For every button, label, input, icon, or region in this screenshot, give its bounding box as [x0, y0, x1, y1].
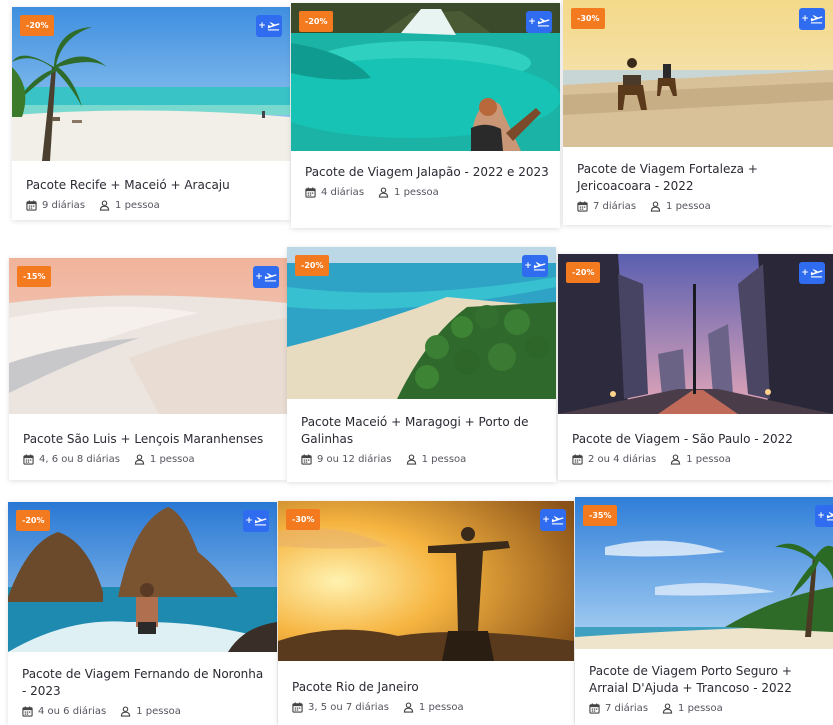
calendar-icon [305, 187, 316, 198]
package-image-horses-beach[interactable]: -30% + [563, 0, 833, 147]
package-image-tropical-beach[interactable]: -35% + [575, 497, 833, 649]
nights-text: 3, 5 ou 7 diárias [308, 702, 389, 713]
add-flight-button[interactable]: + [253, 266, 279, 288]
calendar-icon [301, 454, 312, 465]
people-text: 1 pessoa [686, 454, 731, 465]
calendar-icon [292, 702, 303, 713]
package-image-city-avenue[interactable]: -20% + [558, 254, 833, 414]
plus-icon: + [255, 272, 263, 282]
plus-icon: + [542, 515, 550, 525]
plus-icon: + [801, 14, 809, 24]
people-text: 1 pessoa [678, 703, 723, 714]
person-icon [670, 454, 681, 465]
add-flight-button[interactable]: + [256, 15, 282, 37]
plus-icon: + [258, 21, 266, 31]
package-title[interactable]: Pacote de Viagem Fortaleza + Jericoacoar… [577, 161, 823, 195]
discount-badge: -30% [286, 509, 321, 530]
calendar-icon [26, 200, 37, 211]
airplane-icon [533, 261, 546, 271]
airplane-icon [810, 14, 823, 24]
person-icon [650, 201, 661, 212]
discount-badge: -15% [17, 266, 52, 287]
plus-icon: + [801, 268, 809, 278]
people-text: 1 pessoa [666, 201, 711, 212]
airplane-icon [267, 21, 280, 31]
nights-text: 4 diárias [321, 187, 365, 198]
plus-icon: + [817, 511, 825, 521]
add-flight-button[interactable]: + [815, 505, 833, 527]
package-card-fortaleza[interactable]: -30% + Pacote de Viagem Fortaleza + Jeri… [563, 0, 833, 225]
package-card-fernando-de-noronha[interactable]: -20% + Pacote de Viagem Fernando de Noro… [8, 502, 277, 725]
package-title[interactable]: Pacote Maceió + Maragogi + Porto de Gali… [301, 414, 546, 448]
discount-badge: -20% [16, 510, 51, 531]
calendar-icon [577, 201, 588, 212]
package-title[interactable]: Pacote de Viagem Jalapão - 2022 e 2023 [305, 164, 550, 181]
airplane-icon [264, 272, 277, 282]
calendar-icon [22, 706, 33, 717]
package-image-christ-redeemer[interactable]: -30% + [278, 501, 574, 661]
package-image-waterfall[interactable]: -20% + [291, 3, 560, 151]
people-text: 1 pessoa [149, 454, 195, 465]
airplane-icon [810, 268, 823, 278]
nights-text: 7 diárias [593, 201, 637, 212]
nights-text: 4 ou 6 diárias [38, 706, 107, 717]
discount-badge: -30% [571, 8, 606, 29]
person-icon [99, 200, 110, 211]
discount-badge: -20% [295, 255, 330, 276]
people-text: 1 pessoa [418, 702, 464, 713]
package-card-porto-seguro[interactable]: -35% + Pacote de Viagem Porto Seguro + A… [575, 497, 833, 725]
add-flight-button[interactable]: + [522, 255, 548, 277]
plus-icon: + [245, 516, 253, 526]
calendar-icon [589, 703, 600, 714]
package-card-rio-de-janeiro[interactable]: -30% + Pacote Rio de Janeiro 3, 5 ou 7 d… [278, 501, 574, 725]
airplane-icon [537, 17, 550, 27]
add-flight-button[interactable]: + [799, 8, 825, 30]
package-card-maceio[interactable]: -20% + Pacote Maceió + Maragogi + Porto … [287, 247, 556, 482]
person-icon [662, 703, 673, 714]
people-text: 1 pessoa [136, 706, 181, 717]
discount-badge: -35% [583, 505, 618, 526]
package-title[interactable]: Pacote Rio de Janeiro [292, 679, 564, 696]
person-icon [406, 454, 417, 465]
person-icon [134, 454, 145, 465]
people-text: 1 pessoa [394, 187, 439, 198]
nights-text: 7 diárias [605, 703, 649, 714]
airplane-icon [826, 511, 833, 521]
package-title[interactable]: Pacote de Viagem Fernando de Noronha - 2… [22, 666, 267, 700]
people-text: 1 pessoa [421, 454, 467, 465]
airplane-icon [551, 515, 564, 525]
package-image-dunes[interactable]: -15% + [9, 258, 287, 414]
discount-badge: -20% [566, 262, 601, 283]
airplane-icon [254, 516, 267, 526]
package-title[interactable]: Pacote Recife + Maceió + Aracaju [26, 177, 280, 194]
package-card-recife[interactable]: -20% + Pacote Recife + Maceió + Aracaju … [12, 7, 290, 220]
add-flight-button[interactable]: + [243, 510, 269, 532]
package-image-island-rocks[interactable]: -20% + [8, 502, 277, 652]
add-flight-button[interactable]: + [526, 11, 552, 33]
discount-badge: -20% [299, 11, 334, 32]
package-card-jalapao[interactable]: -20% + Pacote de Viagem Jalapão - 2022 e… [291, 3, 560, 228]
plus-icon: + [528, 17, 536, 27]
nights-text: 9 diárias [42, 200, 86, 211]
plus-icon: + [524, 261, 532, 271]
calendar-icon [23, 454, 34, 465]
people-text: 1 pessoa [115, 200, 160, 211]
package-title[interactable]: Pacote de Viagem Porto Seguro + Arraial … [589, 663, 823, 697]
package-image-palm-coast[interactable]: -20% + [287, 247, 556, 399]
add-flight-button[interactable]: + [540, 509, 566, 531]
package-card-sao-paulo[interactable]: -20% + Pacote de Viagem - São Paulo - 20… [558, 254, 833, 480]
package-card-sao-luis[interactable]: -15% + Pacote São Luis + Lençois Maranhe… [9, 258, 287, 480]
person-icon [403, 702, 414, 713]
discount-badge: -20% [20, 15, 55, 36]
nights-text: 2 ou 4 diárias [588, 454, 657, 465]
nights-text: 9 ou 12 diárias [317, 454, 392, 465]
package-title[interactable]: Pacote São Luis + Lençois Maranhenses [23, 431, 277, 448]
person-icon [120, 706, 131, 717]
person-icon [378, 187, 389, 198]
calendar-icon [572, 454, 583, 465]
package-title[interactable]: Pacote de Viagem - São Paulo - 2022 [572, 431, 823, 448]
package-image-beach[interactable]: -20% + [12, 7, 290, 161]
add-flight-button[interactable]: + [799, 262, 825, 284]
nights-text: 4, 6 ou 8 diárias [39, 454, 120, 465]
